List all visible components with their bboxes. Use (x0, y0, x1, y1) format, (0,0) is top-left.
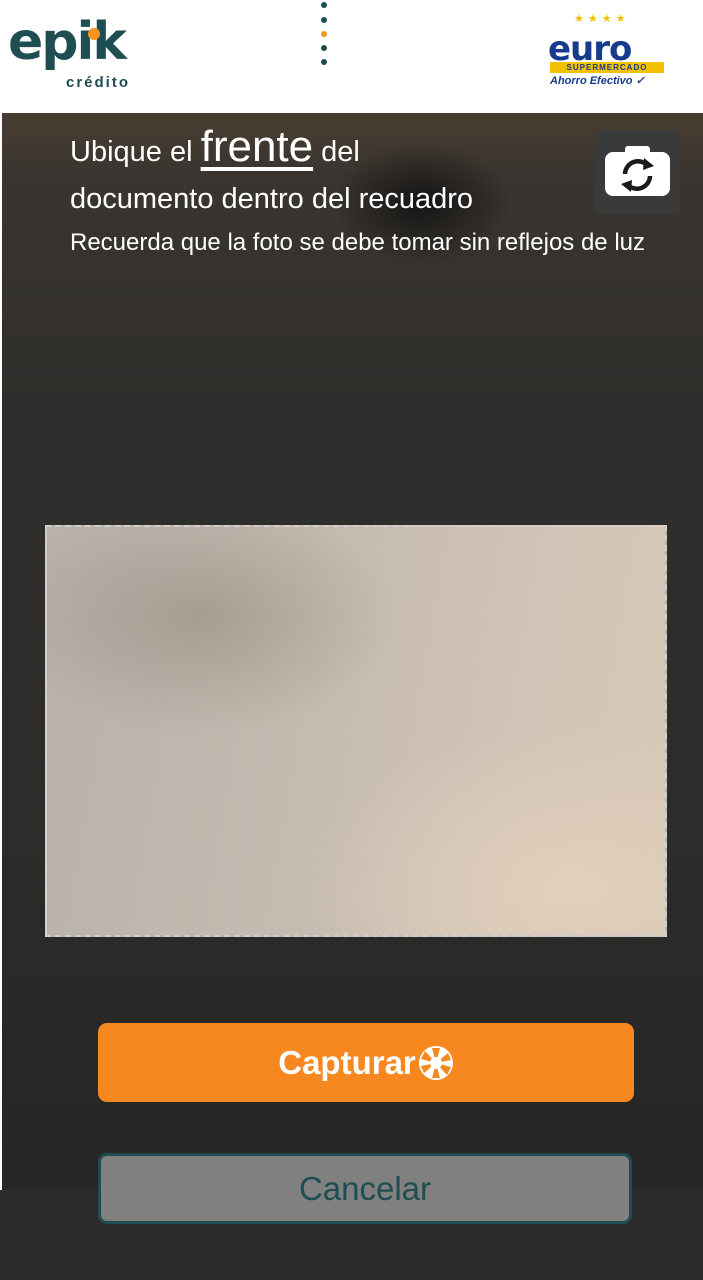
stars-icon: ★★★★ (574, 13, 630, 25)
vertical-dots-icon[interactable] (321, 0, 329, 70)
euro-logo-band: SUPERMERCADO (550, 62, 664, 73)
euro-logo-tagline: Ahorro Efectivo ✓ (550, 75, 645, 87)
instruction-line-1: Ubique el frente del (70, 120, 660, 179)
epik-credito-logo: epik crédito (8, 12, 138, 91)
capture-instructions: Ubique el frente del documento dentro de… (70, 120, 660, 263)
shutter-icon (418, 1045, 453, 1080)
instruction-highlight: frente (200, 122, 314, 171)
instruction-hint: Recuerda que la foto se debe tomar sin r… (70, 229, 646, 256)
document-frame (45, 525, 667, 937)
switch-camera-button[interactable] (595, 130, 680, 215)
capture-label: Capturar (278, 1043, 416, 1081)
camera-switch-icon (605, 146, 670, 196)
app-header: epik crédito ★★★★ euro SUPERMERCADO Ahor… (0, 0, 703, 113)
cancel-button[interactable]: Cancelar (98, 1153, 632, 1224)
instruction-prefix: Ubique el (70, 136, 193, 168)
euro-supermercado-logo: ★★★★ euro SUPERMERCADO Ahorro Efectivo ✓ (546, 12, 676, 92)
capture-button[interactable]: Capturar (98, 1023, 634, 1102)
instruction-suffix: del (321, 136, 360, 168)
instruction-line-2: documento dentro del recuadro (70, 183, 474, 215)
epik-logo-subtitle: crédito (66, 74, 131, 91)
epik-logo-word: epik (8, 12, 127, 72)
checkmark-icon: ✓ (632, 75, 645, 87)
epik-logo-dot (88, 28, 100, 40)
